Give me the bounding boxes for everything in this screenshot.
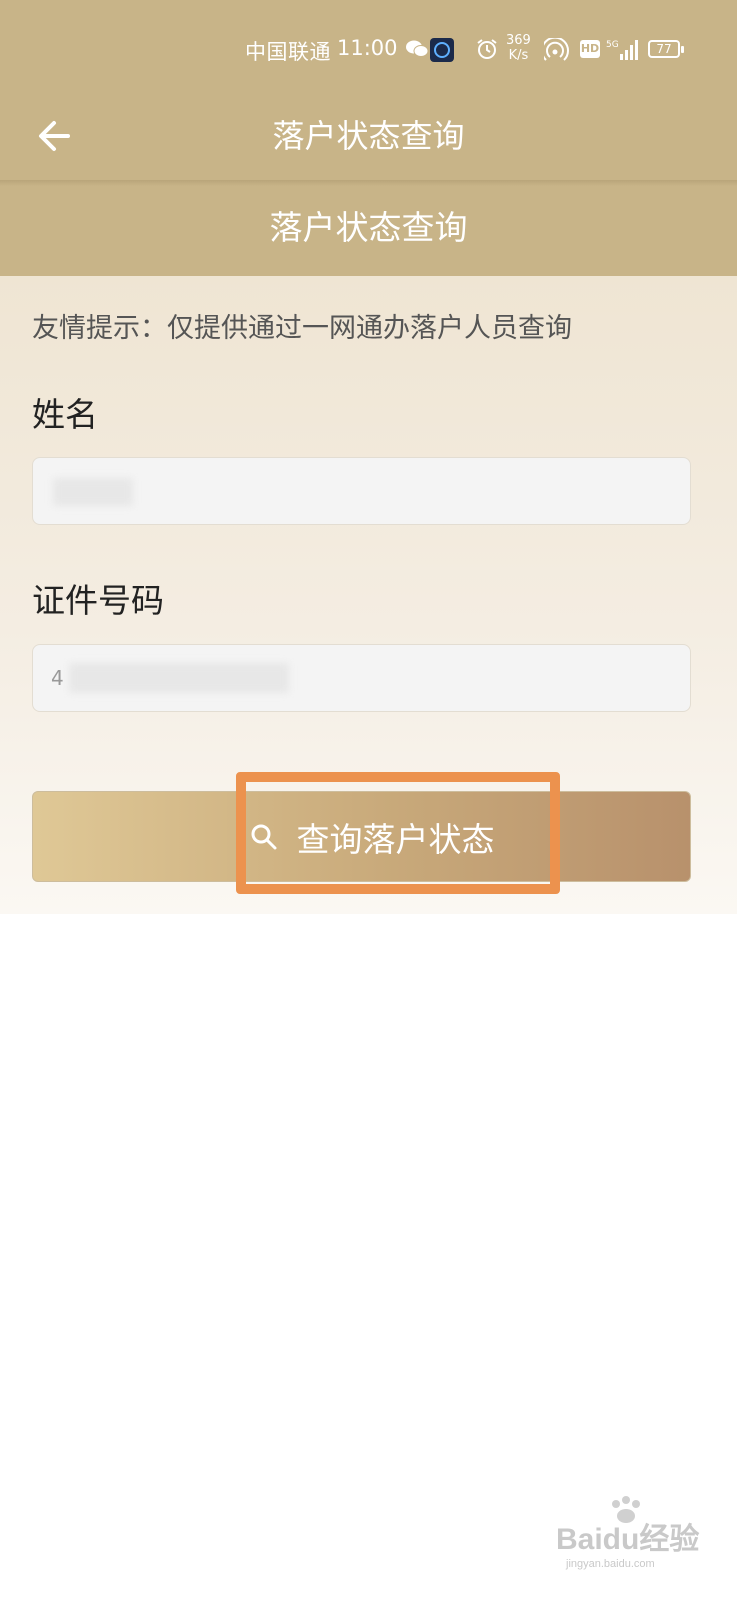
alarm-icon bbox=[477, 39, 497, 59]
network-speed: 369 K/s bbox=[506, 33, 531, 63]
status-bar: 中国联通 11:00 369 K/s HD 5G 77 bbox=[0, 0, 737, 96]
id-value: 4 bbox=[51, 666, 64, 690]
redacted-id bbox=[69, 663, 289, 693]
watermark-url: jingyan.baidu.com bbox=[566, 1558, 655, 1570]
speed-unit: K/s bbox=[508, 48, 529, 63]
app-icon bbox=[430, 38, 454, 62]
baidu-watermark: Baidu经验 jingyan.baidu.com bbox=[556, 1496, 716, 1576]
query-status-button[interactable]: 查询落户状态 bbox=[32, 791, 691, 882]
signal-icon: 5G bbox=[606, 40, 638, 60]
carrier-label: 中国联通 bbox=[245, 40, 331, 64]
query-form: 友情提示：仅提供通过一网通办落户人员查询 姓名 证件号码 4 查询落户状态 bbox=[0, 276, 737, 914]
query-button-label: 查询落户状态 bbox=[296, 819, 495, 859]
name-label: 姓名 bbox=[32, 395, 98, 434]
redacted-name bbox=[53, 478, 133, 506]
speed-value: 369 bbox=[506, 33, 531, 48]
hd-icon: HD bbox=[580, 40, 600, 58]
tip-text: 友情提示：仅提供通过一网通办落户人员查询 bbox=[32, 313, 572, 344]
clock: 11:00 bbox=[337, 36, 398, 60]
id-number-input[interactable]: 4 bbox=[32, 644, 691, 712]
title-bar: 落户状态查询 bbox=[0, 96, 737, 180]
watermark-logo: Baidu经验 bbox=[556, 1523, 700, 1556]
search-icon bbox=[251, 824, 276, 849]
id-label: 证件号码 bbox=[32, 581, 164, 620]
wechat-icon bbox=[406, 40, 428, 57]
section-title: 落户状态查询 bbox=[0, 186, 737, 276]
name-input[interactable] bbox=[32, 457, 691, 525]
svg-text:5G: 5G bbox=[606, 40, 619, 50]
page-title: 落户状态查询 bbox=[272, 117, 465, 155]
hotspot-icon bbox=[544, 38, 569, 61]
battery-icon: 77 bbox=[648, 40, 684, 58]
